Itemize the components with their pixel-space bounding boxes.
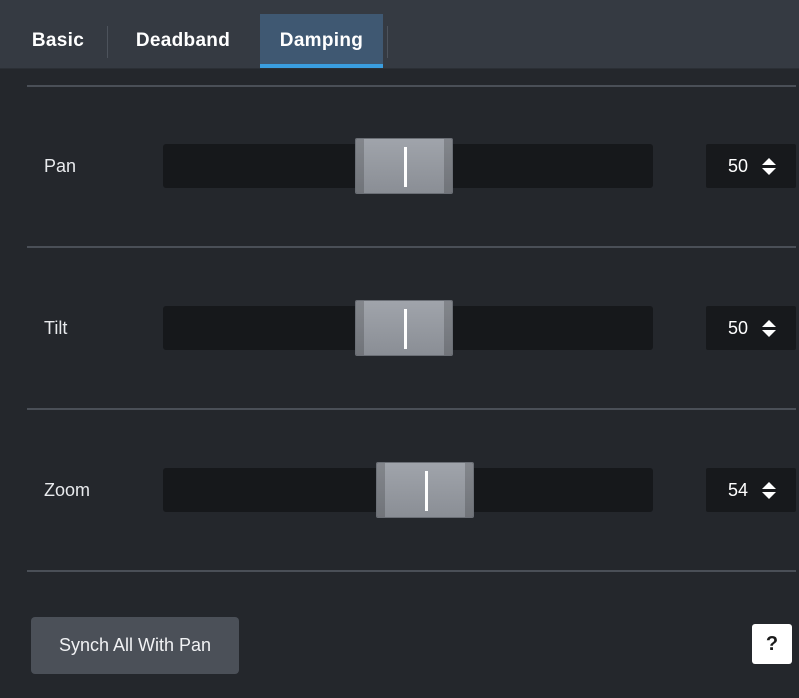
help-icon: ?	[765, 632, 779, 655]
decrement-arrow-icon[interactable]	[762, 329, 776, 337]
increment-arrow-icon[interactable]	[762, 157, 776, 165]
pan-slider-track[interactable]	[163, 138, 653, 194]
zoom-slider-thumb[interactable]	[376, 462, 474, 518]
increment-arrow-icon[interactable]	[762, 481, 776, 489]
pan-slider-grip	[404, 147, 407, 187]
tilt-spinbox[interactable]: 50	[706, 306, 796, 350]
pan-value: 50	[728, 155, 749, 176]
up-down-arrows-icon[interactable]	[762, 481, 776, 499]
tilt-slider-grip	[404, 309, 407, 349]
zoom-slider-grip	[425, 471, 428, 511]
synch-all-with-pan-label: Synch All With Pan	[58, 635, 212, 655]
divider	[27, 246, 796, 248]
tilt-label: Tilt	[44, 318, 68, 338]
tab-damping-label: Damping	[279, 30, 364, 51]
zoom-slider-track[interactable]	[163, 462, 653, 518]
tab-basic[interactable]: Basic	[14, 14, 102, 68]
up-down-arrows-icon[interactable]	[762, 157, 776, 175]
active-tab-indicator	[260, 64, 383, 68]
divider	[27, 85, 796, 87]
tilt-value: 50	[728, 317, 749, 338]
tab-damping[interactable]: Damping	[260, 14, 383, 68]
zoom-value: 54	[728, 479, 749, 500]
damping-panel: Basic Deadband Damping Pan 50 Tilt 50 Zo…	[0, 0, 799, 698]
decrement-arrow-icon[interactable]	[762, 167, 776, 175]
tilt-slider-thumb[interactable]	[355, 300, 453, 356]
tab-separator	[387, 26, 388, 58]
tab-basic-label: Basic	[31, 30, 85, 51]
pan-slider-thumb[interactable]	[355, 138, 453, 194]
decrement-arrow-icon[interactable]	[762, 491, 776, 499]
tab-deadband-label: Deadband	[135, 30, 231, 51]
tilt-slider-track[interactable]	[163, 300, 653, 356]
divider	[27, 570, 796, 572]
tab-deadband[interactable]: Deadband	[113, 14, 253, 68]
increment-arrow-icon[interactable]	[762, 319, 776, 327]
synch-all-with-pan-button[interactable]: Synch All With Pan	[31, 617, 239, 674]
tab-bar: Basic Deadband Damping	[0, 0, 799, 69]
tab-separator	[107, 26, 108, 58]
help-button[interactable]: ?	[752, 624, 792, 664]
pan-spinbox[interactable]: 50	[706, 144, 796, 188]
pan-label: Pan	[44, 156, 77, 176]
divider	[27, 408, 796, 410]
zoom-spinbox[interactable]: 54	[706, 468, 796, 512]
zoom-label: Zoom	[44, 480, 91, 500]
up-down-arrows-icon[interactable]	[762, 319, 776, 337]
